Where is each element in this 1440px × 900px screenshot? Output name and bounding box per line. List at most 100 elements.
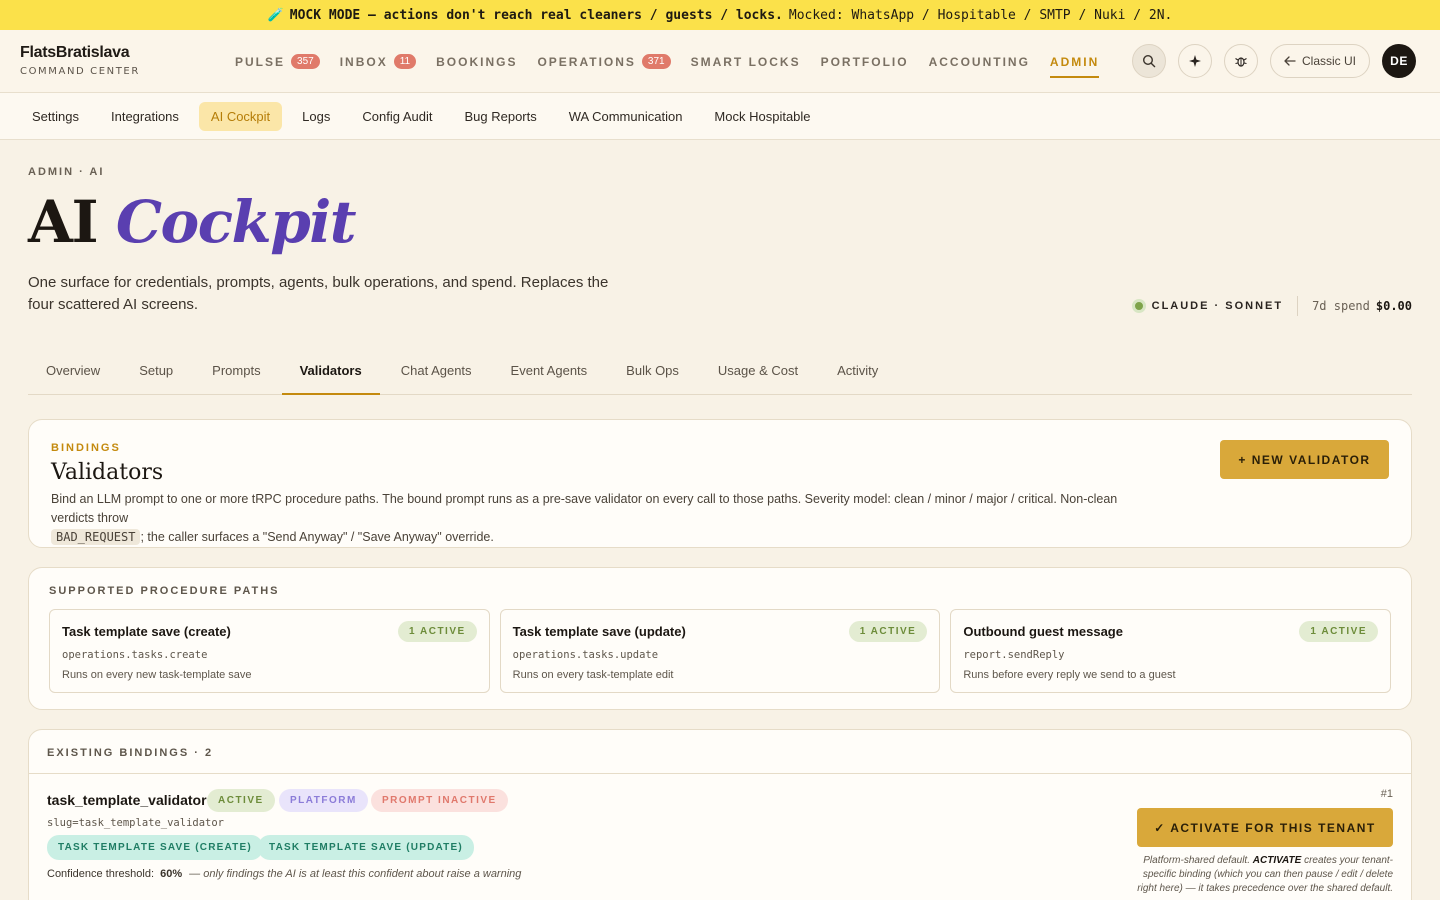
note-bold: ACTIVATE: [1252, 855, 1302, 866]
binding-number: #1: [1380, 788, 1393, 800]
path-code: operations.tasks.update: [512, 649, 659, 661]
tab-setup[interactable]: Setup: [121, 347, 191, 394]
procedure-tag: TASK TEMPLATE SAVE (UPDATE): [258, 835, 474, 860]
subnav-ai-cockpit[interactable]: AI Cockpit: [198, 101, 283, 131]
nav-label: INBOX: [339, 54, 388, 69]
confidence-threshold: Confidence threshold: 60% — only finding…: [47, 868, 521, 880]
tab-bulk-ops[interactable]: Bulk Ops: [608, 347, 697, 394]
page-description: One surface for credentials, prompts, ag…: [28, 274, 609, 313]
subnav-settings[interactable]: Settings: [20, 102, 91, 131]
test-tube-icon: 🧪: [267, 7, 284, 23]
spend-readout: 7d spend $0.00: [1312, 299, 1412, 313]
tab-prompts[interactable]: Prompts: [194, 347, 278, 394]
subnav-logs[interactable]: Logs: [290, 102, 342, 131]
count-badge: 11: [393, 54, 417, 69]
status-dot-icon: [1131, 299, 1146, 313]
card-kicker: EXISTING BINDINGS · 2: [47, 747, 214, 759]
platform-badge: PLATFORM: [279, 789, 368, 812]
sparkle-icon: [1188, 55, 1201, 67]
tab-validators[interactable]: Validators: [281, 347, 380, 395]
count-badge: 357: [291, 54, 320, 69]
threshold-note: — only findings the AI is at least this …: [189, 868, 522, 880]
banner-text: Mocked: WhatsApp / Hospitable / SMTP / N…: [788, 7, 1173, 23]
nav-operations[interactable]: OPERATIONS 371: [537, 46, 671, 78]
supported-paths-card: SUPPORTED PROCEDURE PATHS Task template …: [28, 567, 1412, 710]
mock-mode-banner: 🧪 MOCK MODE — actions don't reach real c…: [0, 0, 1440, 30]
subnav-mock-hospitable[interactable]: Mock Hospitable: [702, 102, 822, 131]
code-badge: BAD_REQUEST: [51, 529, 141, 545]
nav-portfolio[interactable]: PORTFOLIO: [821, 46, 909, 78]
activate-tenant-button[interactable]: ✓ ACTIVATE FOR THIS TENANT: [1137, 808, 1393, 847]
subnav-wa-communication[interactable]: WA Communication: [557, 102, 695, 131]
tab-activity[interactable]: Activity: [819, 347, 896, 394]
nav-bookings[interactable]: BOOKINGS: [436, 46, 517, 78]
nav-smart-locks[interactable]: SMART LOCKS: [691, 46, 801, 78]
threshold-label: Confidence threshold:: [47, 868, 155, 880]
cockpit-tabs: Overview Setup Prompts Validators Chat A…: [28, 347, 1412, 395]
path-title: Outbound guest message: [963, 624, 1123, 639]
page-title-plain: AI: [28, 188, 99, 256]
divider: [29, 773, 1411, 774]
brand[interactable]: FlatsBratislava COMMAND CENTER: [20, 44, 140, 77]
subnav-bug-reports[interactable]: Bug Reports: [452, 102, 548, 131]
binding-slug: slug=task_template_validator: [47, 817, 225, 829]
tab-chat-agents[interactable]: Chat Agents: [383, 347, 490, 394]
nav-label: BOOKINGS: [436, 54, 518, 69]
desc-text: ; the caller surfaces a "Send Anyway" / …: [140, 530, 494, 544]
nav-inbox[interactable]: INBOX 11: [339, 46, 417, 78]
bug-icon: [1235, 57, 1247, 67]
prompt-inactive-badge: PROMPT INACTIVE: [371, 789, 508, 812]
card-title: Validators: [51, 460, 164, 485]
model-status: CLAUDE · SONNET 7d spend $0.00: [1131, 296, 1412, 316]
page-title-italic: Cockpit: [115, 188, 357, 256]
status-badge: 1 ACTIVE: [1299, 621, 1379, 642]
desc-text: Bind an LLM prompt to one or more tRPC p…: [51, 492, 1118, 525]
banner-bold-text: MOCK MODE — actions don't reach real cle…: [289, 7, 783, 23]
path-title: Task template save (update): [512, 624, 686, 639]
arrow-left-icon: [1284, 56, 1296, 66]
avatar[interactable]: DE: [1382, 44, 1416, 78]
path-card[interactable]: Outbound guest message 1 ACTIVE report.s…: [950, 609, 1392, 693]
tab-overview[interactable]: Overview: [28, 347, 118, 394]
path-description: Runs on every new task-template save: [62, 669, 252, 681]
admin-subnav: Settings Integrations AI Cockpit Logs Co…: [0, 93, 1440, 140]
nav-label: ACCOUNTING: [928, 54, 1030, 69]
ai-sparkle-button[interactable]: [1177, 44, 1212, 78]
nav-label: OPERATIONS: [537, 54, 636, 69]
path-description: Runs before every reply we send to a gue…: [963, 669, 1176, 681]
spend-label: 7d spend: [1312, 299, 1370, 313]
nav-admin[interactable]: ADMIN: [1049, 46, 1100, 78]
path-list: Task template save (create) 1 ACTIVE ope…: [49, 609, 1392, 693]
model-name: CLAUDE · SONNET: [1151, 300, 1284, 312]
nav-label: PORTFOLIO: [820, 54, 909, 69]
model-indicator: CLAUDE · SONNET: [1131, 299, 1284, 313]
search-button[interactable]: [1131, 44, 1166, 78]
existing-bindings-card: EXISTING BINDINGS · 2 task_template_vali…: [28, 729, 1412, 900]
path-title: Task template save (create): [62, 624, 231, 639]
subnav-config-audit[interactable]: Config Audit: [350, 102, 444, 131]
status-badge: ACTIVE: [207, 789, 275, 812]
nav-pulse[interactable]: PULSE 357: [235, 46, 320, 78]
path-card[interactable]: Task template save (create) 1 ACTIVE ope…: [49, 609, 490, 693]
bug-report-button[interactable]: [1223, 44, 1258, 78]
card-kicker: SUPPORTED PROCEDURE PATHS: [49, 585, 280, 597]
card-description: Bind an LLM prompt to one or more tRPC p…: [51, 490, 1161, 547]
new-validator-button[interactable]: + NEW VALIDATOR: [1220, 440, 1389, 479]
brand-name: FlatsBratislava: [20, 44, 130, 61]
validators-card: BINDINGS Validators Bind an LLM prompt t…: [28, 419, 1412, 548]
subnav-integrations[interactable]: Integrations: [99, 102, 191, 131]
tab-event-agents[interactable]: Event Agents: [493, 347, 606, 394]
brand-subtitle: COMMAND CENTER: [20, 66, 140, 77]
header-tools: Classic UI DE: [1131, 44, 1416, 78]
path-code: report.sendReply: [963, 649, 1065, 661]
classic-ui-button[interactable]: Classic UI: [1269, 44, 1370, 78]
nav-label: PULSE: [235, 54, 286, 69]
path-description: Runs on every task-template edit: [512, 669, 674, 681]
divider: [1297, 296, 1299, 316]
tab-usage-cost[interactable]: Usage & Cost: [700, 347, 816, 394]
spend-value: $0.00: [1375, 299, 1412, 313]
page-eyebrow: ADMIN · AI: [28, 166, 105, 178]
nav-accounting[interactable]: ACCOUNTING: [929, 46, 1030, 78]
card-kicker: BINDINGS: [51, 442, 121, 454]
path-card[interactable]: Task template save (update) 1 ACTIVE ope…: [499, 609, 941, 693]
